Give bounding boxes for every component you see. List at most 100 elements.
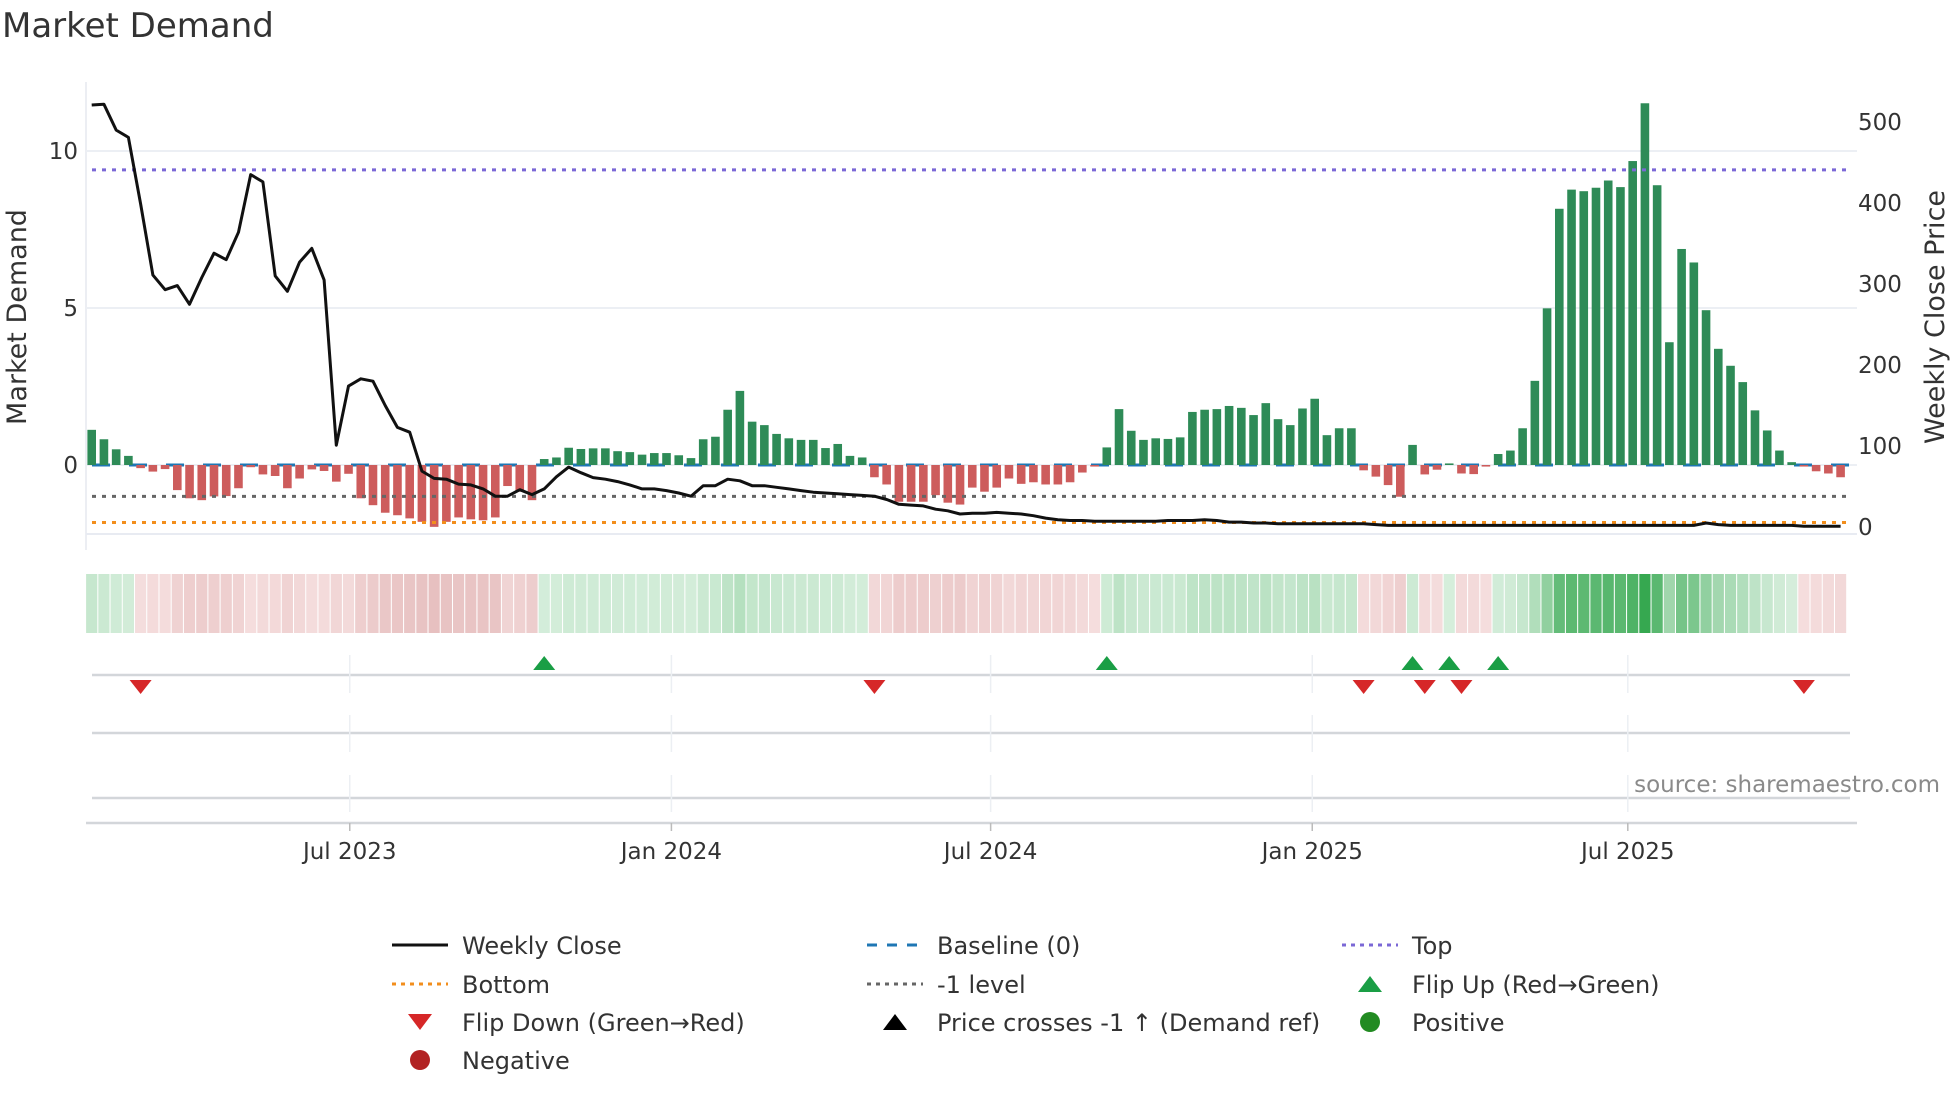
demand-bar-positive [1665,342,1674,465]
heat-strip-cell [685,574,697,633]
heat-strip-cell [245,574,257,633]
heat-strip-cell [1810,574,1822,633]
source-label: source: sharemaestro.com [1634,772,1940,798]
heat-strip-cell [1137,574,1150,633]
flip-down-marker [1450,680,1473,694]
heat-strip-cell [770,574,783,633]
demand-bar-negative [1469,465,1478,475]
heat-strip-cell [746,574,758,633]
heat-strip-cell [1150,574,1162,633]
heat-strip-cell [1309,574,1321,633]
heat-strip-cell [538,574,550,633]
y2-tick-label: 0 [1858,515,1873,541]
heat-strip-cell [1040,574,1052,633]
heat-strip-cell [1663,574,1675,633]
legend-label: Flip Up (Red→Green) [1412,971,1660,999]
heat-strip-cell [501,574,514,633]
demand-bar-positive [1273,419,1283,465]
heat-strip-cell [1284,574,1296,633]
demand-bar-positive [772,433,781,465]
demand-bar-negative [246,465,255,468]
demand-bar-positive [1579,191,1589,465]
demand-bar-positive [1151,438,1161,465]
y2-tick-label: 400 [1858,191,1902,217]
y-tick-label: 5 [63,296,78,322]
heat-strip-cell [294,574,306,633]
heat-strip-cell [379,574,391,633]
demand-bar-positive [576,448,586,465]
demand-bar-negative [515,465,525,492]
y-axis-title: Market Demand [2,209,33,425]
flip-down-marker [1792,680,1815,694]
heat-strip-cell [110,574,122,633]
heat-strip-cell [183,574,196,633]
heat-strip-cell [1786,574,1798,633]
legend-swatch-dot [1360,1012,1380,1032]
heat-strip-cell [697,574,709,633]
legend-label: Baseline (0) [937,932,1080,960]
heat-strip-cell [978,574,991,633]
demand-bar-positive [1261,403,1271,465]
demand-bar-positive [552,457,561,465]
demand-bar-positive [1555,208,1564,465]
demand-bar-positive [1249,415,1258,465]
heat-strip-cell [1553,574,1565,633]
demand-bar-positive [1224,405,1234,465]
heat-strip-cell [208,574,220,633]
demand-bar-positive [1542,308,1552,465]
heat-strip-cell [1052,574,1064,633]
heat-strip-cell [1162,574,1174,633]
heat-strip-cell [171,574,183,633]
heat-strip-cell [281,574,293,633]
heat-strip-cell [1125,574,1137,633]
demand-bar-negative [1481,465,1491,467]
heat-strip-cell [318,574,330,633]
demand-bar-positive [1689,262,1699,465]
demand-bar-negative [319,465,329,471]
legend-label: Weekly Close [462,932,622,960]
demand-bar-negative [1016,465,1026,484]
heat-strip-cell [1260,574,1272,633]
flip-up-marker [1438,656,1461,670]
legend-label: Top [1411,932,1453,960]
demand-bar-positive [1310,398,1319,465]
x-tick-label: Jul 2024 [942,839,1038,865]
heat-strip-cell [342,574,355,633]
demand-bar-negative [1078,465,1087,473]
demand-bar-negative [478,465,488,521]
y2-tick-label: 500 [1858,110,1902,136]
demand-bar-positive [649,453,659,465]
demand-bar-positive [99,439,109,465]
demand-bar-negative [1824,465,1833,474]
weekly-close-line [91,102,1841,528]
heat-strip-cell [440,574,452,633]
demand-bar-positive [1738,382,1748,465]
demand-bar-positive [588,448,598,465]
x-tick-label: Jul 2023 [301,839,397,865]
demand-bar-negative [405,465,414,519]
heat-strip-cell [489,574,501,633]
heat-strip-cell [1761,574,1773,633]
heat-strip-cell [330,574,342,633]
heat-strip-cell [1272,574,1284,633]
heat-strip-cell [575,574,587,633]
heat-strip-cell [526,574,538,633]
heat-strip-cell [856,574,868,633]
demand-bar-positive [698,439,708,465]
demand-bar-positive [1163,438,1173,465]
demand-bar-positive [747,421,757,465]
demand-bar-positive [87,429,96,465]
heat-strip-cell [1578,574,1590,633]
heat-strip-cell [991,574,1003,633]
demand-bar-positive [111,449,121,465]
heat-strip-cell [1822,574,1834,633]
heat-strip-cell [1517,574,1529,633]
flip-down-marker [863,680,886,694]
demand-bar-positive [1762,430,1772,465]
demand-bar-positive [1347,428,1356,465]
flip-up-marker [1095,656,1118,670]
demand-bar-negative [185,465,194,499]
heat-strip-cell [428,574,440,633]
legend-swatch-up-triangle [883,1014,907,1030]
heat-strip-cell [1382,574,1394,633]
